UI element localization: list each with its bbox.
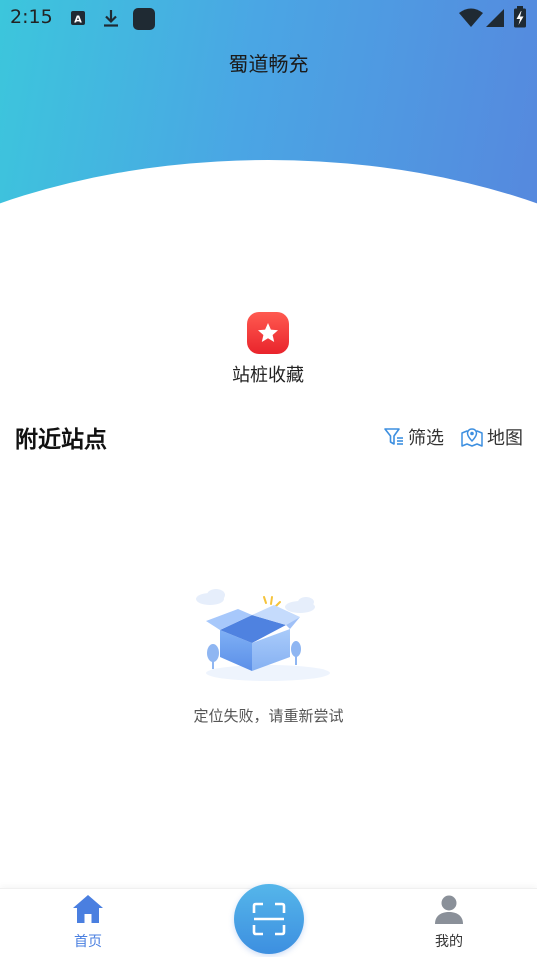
scan-icon xyxy=(252,902,286,936)
filter-icon xyxy=(384,428,403,445)
map-button[interactable]: 地图 xyxy=(460,424,523,450)
filter-label: 筛选 xyxy=(408,428,444,449)
text-notification-icon: A xyxy=(70,10,86,30)
filter-button[interactable]: 筛选 xyxy=(383,424,444,450)
tab-mine[interactable]: 我的 xyxy=(409,893,489,951)
header-curve xyxy=(0,160,537,240)
download-icon xyxy=(102,8,120,32)
cell-signal-icon xyxy=(485,8,505,32)
status-bar: 2:15 A xyxy=(0,0,537,36)
scan-button[interactable] xyxy=(234,884,304,954)
home-icon xyxy=(73,895,103,923)
empty-box-illustration xyxy=(188,585,348,689)
status-time: 2:15 xyxy=(10,6,53,28)
wifi-icon xyxy=(459,8,483,32)
tab-mine-label: 我的 xyxy=(435,934,463,950)
profile-icon xyxy=(435,895,463,924)
station-favorites-label: 站桩收藏 xyxy=(232,365,304,386)
map-label: 地图 xyxy=(487,428,523,449)
empty-state-message: 定位失败，请重新尝试 xyxy=(193,707,344,725)
battery-charging-icon xyxy=(513,6,527,32)
tab-home[interactable]: 首页 xyxy=(48,893,128,951)
svg-text:A: A xyxy=(74,15,82,26)
app-notification-icon xyxy=(132,7,156,35)
map-icon xyxy=(461,428,483,447)
page-title: 蜀道畅充 xyxy=(228,52,309,76)
station-favorites-button[interactable]: 站桩收藏 xyxy=(218,312,318,387)
nearby-stations-title: 附近站点 xyxy=(15,427,107,453)
star-icon xyxy=(247,312,289,354)
tab-home-label: 首页 xyxy=(74,934,102,950)
header-background xyxy=(0,0,537,240)
